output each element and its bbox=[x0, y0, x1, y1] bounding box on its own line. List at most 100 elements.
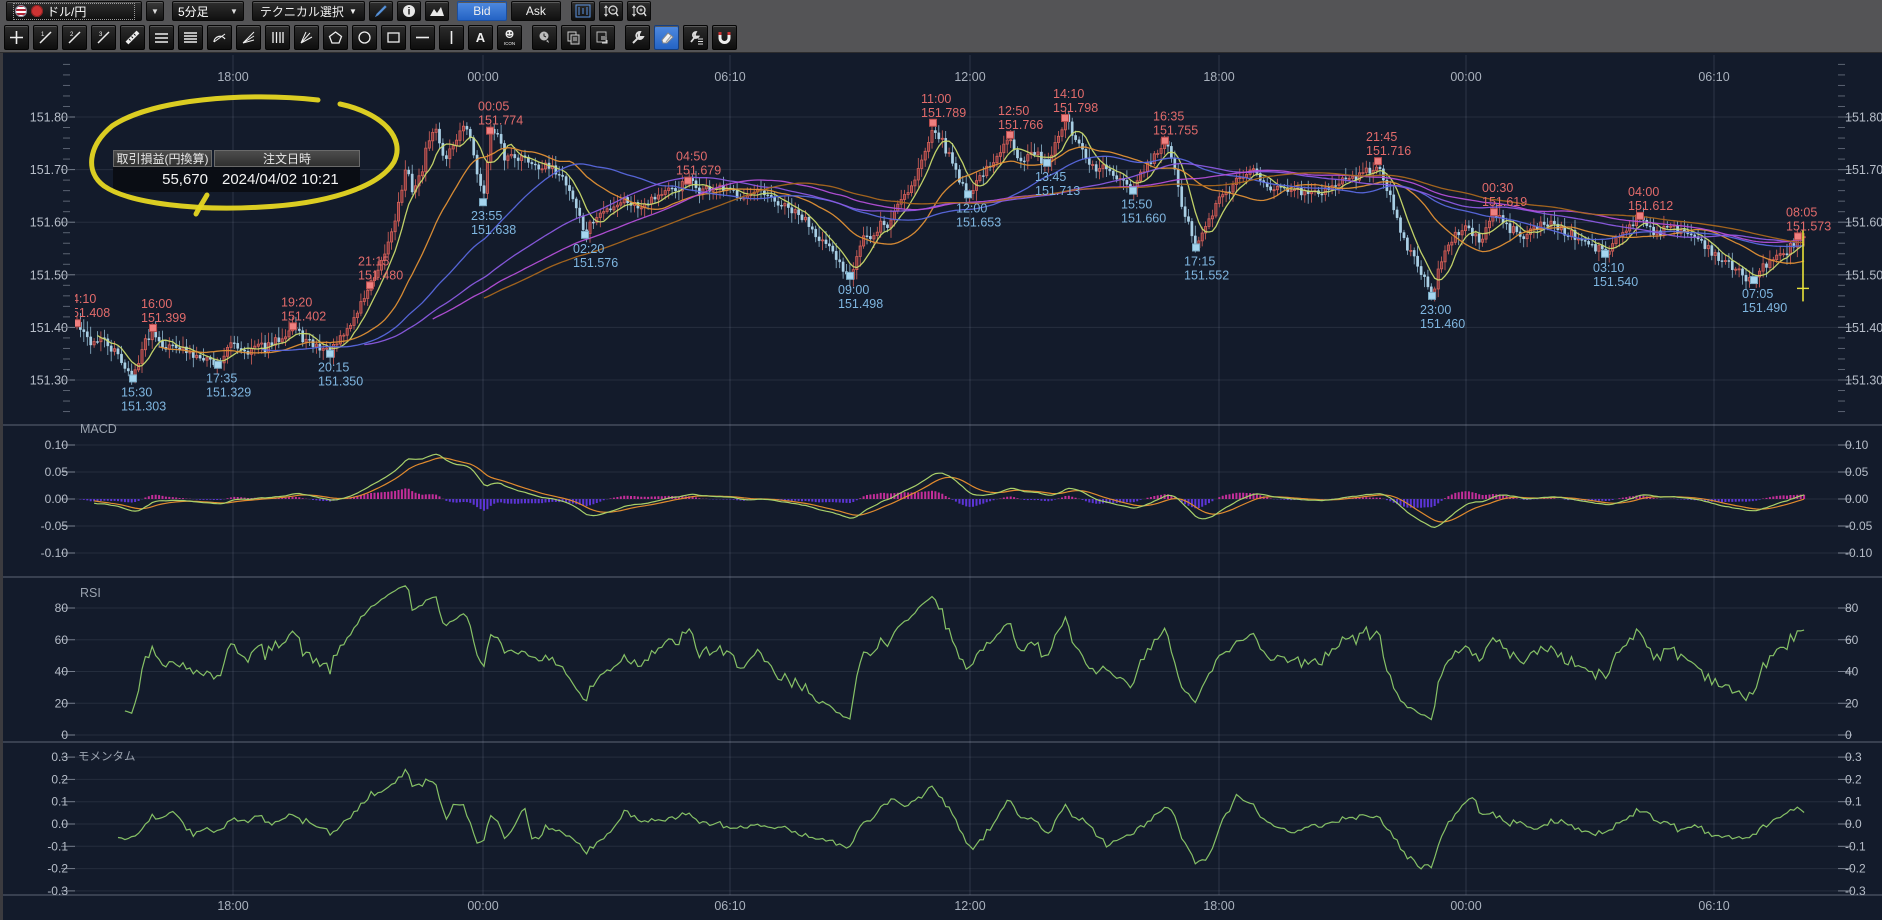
svg-text:151.573: 151.573 bbox=[1786, 219, 1831, 233]
mountain-chart-icon[interactable] bbox=[425, 1, 449, 21]
svg-text:00:00: 00:00 bbox=[467, 899, 498, 913]
svg-text:17:35: 17:35 bbox=[206, 372, 237, 386]
ellipse-tool[interactable] bbox=[352, 25, 377, 50]
info-icon[interactable]: i bbox=[397, 1, 421, 21]
text-tool[interactable]: A bbox=[468, 25, 493, 50]
svg-text:151.30: 151.30 bbox=[30, 374, 68, 388]
trendline3-tool[interactable]: 3 bbox=[91, 25, 116, 50]
svg-text:0: 0 bbox=[61, 728, 68, 742]
settings-list-tool[interactable] bbox=[683, 25, 708, 50]
svg-text:-0.10: -0.10 bbox=[41, 546, 69, 560]
timeframe-dropdown-arrow[interactable]: ▼ bbox=[230, 7, 238, 16]
svg-text:0.00: 0.00 bbox=[1845, 492, 1869, 506]
tooltip-header-pl: 取引損益(円換算) bbox=[113, 150, 212, 167]
svg-text:-0.10: -0.10 bbox=[1845, 546, 1873, 560]
svg-text:151.50: 151.50 bbox=[30, 268, 68, 282]
svg-text:151.30: 151.30 bbox=[1845, 374, 1882, 388]
vline-tool[interactable] bbox=[439, 25, 464, 50]
svg-text:151.303: 151.303 bbox=[121, 399, 166, 413]
swing-low-marker bbox=[1193, 244, 1200, 251]
copy-tool[interactable] bbox=[561, 25, 586, 50]
swing-high-marker bbox=[1062, 115, 1069, 122]
svg-text:04:00: 04:00 bbox=[1628, 185, 1659, 199]
eraser-tool[interactable] bbox=[654, 25, 679, 50]
svg-text:12:00: 12:00 bbox=[954, 899, 985, 913]
swing-low-marker bbox=[847, 272, 854, 279]
swing-low-marker bbox=[1044, 159, 1051, 166]
drawing-toolbar: 1 2 3 AICON bbox=[0, 22, 1882, 53]
svg-text:02:20: 02:20 bbox=[573, 242, 604, 256]
svg-text:80: 80 bbox=[55, 601, 69, 615]
parallel-lines-tool[interactable] bbox=[149, 25, 174, 50]
crosshair-tool[interactable] bbox=[4, 25, 29, 50]
technical-select-button[interactable]: テクニカル選択 ▼ bbox=[252, 1, 365, 21]
svg-text:151.80: 151.80 bbox=[1845, 111, 1882, 125]
bid-button[interactable]: Bid bbox=[457, 1, 507, 21]
svg-text:-0.2: -0.2 bbox=[47, 862, 68, 876]
svg-text:151.540: 151.540 bbox=[1593, 275, 1638, 289]
candle-chart-icon[interactable] bbox=[571, 1, 595, 21]
wrench-tool[interactable] bbox=[625, 25, 650, 50]
svg-text:151.612: 151.612 bbox=[1628, 199, 1673, 213]
tooltip-header-row: 取引損益(円換算) 注文日時 bbox=[113, 150, 360, 167]
svg-text:20:15: 20:15 bbox=[318, 361, 349, 375]
fib-arc-tool[interactable] bbox=[207, 25, 232, 50]
japan-flag-icon bbox=[31, 5, 43, 17]
magnet-tool[interactable] bbox=[712, 25, 737, 50]
zoom-in-vertical-icon[interactable] bbox=[627, 1, 651, 21]
hline-tool[interactable] bbox=[410, 25, 435, 50]
trendline1-tool[interactable]: 1 bbox=[33, 25, 58, 50]
ask-button[interactable]: Ask bbox=[511, 1, 561, 21]
svg-text:00:00: 00:00 bbox=[1450, 899, 1481, 913]
svg-text:23:00: 23:00 bbox=[1420, 303, 1451, 317]
rectangle-tool[interactable] bbox=[381, 25, 406, 50]
timeframe-select[interactable]: 5分足 ▼ bbox=[172, 1, 244, 21]
swing-low-marker bbox=[480, 199, 487, 206]
dense-lines-tool[interactable] bbox=[178, 25, 203, 50]
swing-high-marker bbox=[930, 119, 937, 126]
history-clock-tool[interactable] bbox=[532, 25, 557, 50]
svg-text:15:50: 15:50 bbox=[1121, 198, 1152, 212]
svg-text:0.1: 0.1 bbox=[51, 795, 68, 809]
svg-text:151.50: 151.50 bbox=[1845, 268, 1882, 282]
svg-text:0.00: 0.00 bbox=[45, 492, 69, 506]
svg-text:0.0: 0.0 bbox=[51, 817, 68, 831]
trendline2-tool[interactable]: 2 bbox=[62, 25, 87, 50]
symbol-select[interactable]: ドル/円 bbox=[6, 1, 142, 21]
pitchfork-tool[interactable] bbox=[294, 25, 319, 50]
swing-low-marker bbox=[1130, 187, 1137, 194]
icon-stamp-tool[interactable]: ICON bbox=[497, 25, 522, 50]
swing-high-marker bbox=[367, 282, 374, 289]
svg-text:07:05: 07:05 bbox=[1742, 287, 1773, 301]
symbol-dropdown-arrow[interactable]: ▼ bbox=[146, 1, 164, 21]
svg-text:RSI: RSI bbox=[80, 586, 101, 600]
swing-high-marker bbox=[1491, 209, 1498, 216]
ruler-tool[interactable] bbox=[120, 25, 145, 50]
svg-text:0.0: 0.0 bbox=[1845, 817, 1862, 831]
svg-text:モメンタム: モメンタム bbox=[78, 750, 136, 763]
swing-high-marker bbox=[1007, 131, 1014, 138]
svg-text:21:45: 21:45 bbox=[1366, 130, 1397, 144]
svg-text:151.399: 151.399 bbox=[141, 311, 186, 325]
svg-text:06:10: 06:10 bbox=[714, 899, 745, 913]
pencil-icon[interactable] bbox=[369, 1, 393, 21]
svg-text:16:35: 16:35 bbox=[1153, 110, 1184, 124]
svg-text:18:00: 18:00 bbox=[1203, 70, 1234, 84]
main-toolbar: ドル/円 ▼ 5分足 ▼ テクニカル選択 ▼ i Bid Ask bbox=[0, 0, 1882, 22]
swing-high-marker bbox=[150, 324, 157, 331]
svg-text:04:50: 04:50 bbox=[676, 150, 707, 164]
fan-lines-tool[interactable] bbox=[236, 25, 261, 50]
svg-text:23:55: 23:55 bbox=[471, 209, 502, 223]
pentagon-tool[interactable] bbox=[323, 25, 348, 50]
zoom-out-vertical-icon[interactable] bbox=[599, 1, 623, 21]
svg-text:0.10: 0.10 bbox=[1845, 438, 1869, 452]
svg-text:12:00: 12:00 bbox=[954, 70, 985, 84]
drag-paste-tool[interactable] bbox=[590, 25, 615, 50]
swing-low-marker bbox=[327, 350, 334, 357]
svg-text:2: 2 bbox=[70, 32, 74, 38]
technical-select-label: テクニカル選択 bbox=[260, 3, 344, 20]
chart-canvas[interactable]: 151.80151.80151.70151.70151.60151.60151.… bbox=[0, 0, 1882, 920]
swing-high-marker bbox=[1637, 212, 1644, 219]
svg-text:151.576: 151.576 bbox=[573, 256, 618, 270]
vertical-lines-tool[interactable] bbox=[265, 25, 290, 50]
